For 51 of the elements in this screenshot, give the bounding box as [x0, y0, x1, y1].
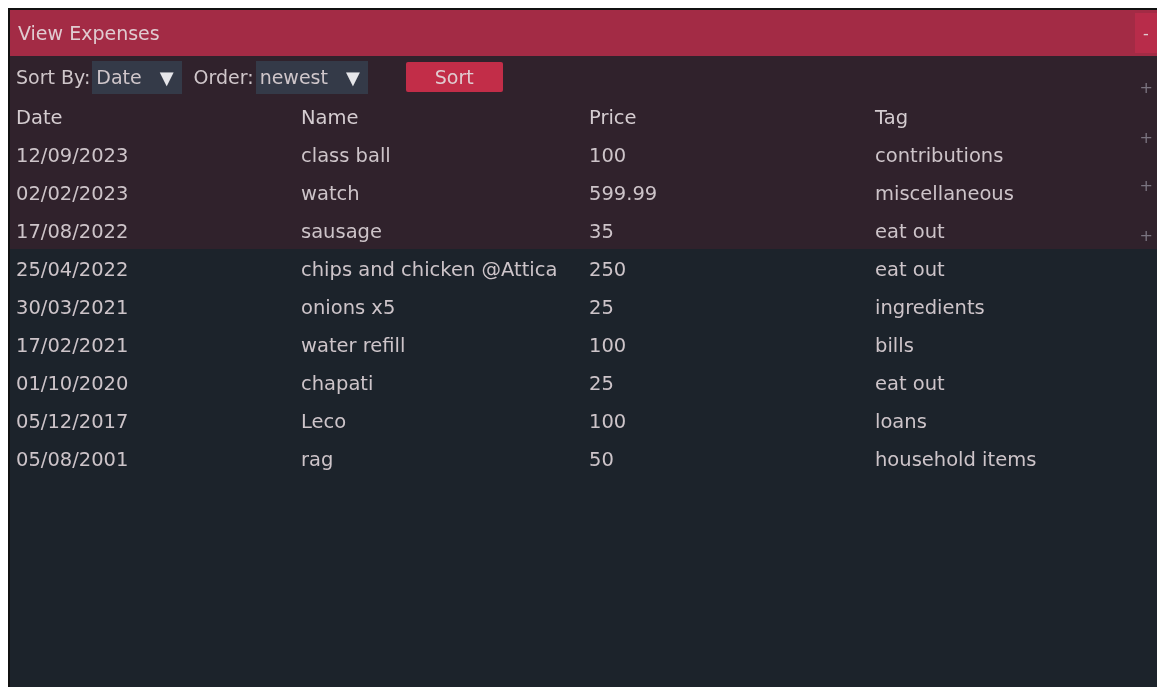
order-label: Order: — [193, 66, 254, 88]
expand-icon[interactable]: + — [1139, 228, 1153, 244]
table-cell: 100 — [589, 409, 627, 433]
table-cell: 35 — [589, 219, 614, 243]
table-cell: 17/02/2021 — [16, 333, 129, 357]
table-cell: bills — [875, 333, 914, 357]
collapse-button[interactable]: - — [1135, 13, 1157, 53]
table-cell: 25/04/2022 — [16, 257, 129, 281]
window-title: View Expenses — [18, 22, 160, 44]
table-cell: eat out — [875, 219, 945, 243]
table-cell: 599.99 — [589, 181, 658, 205]
table-cell: chapati — [301, 371, 374, 395]
table-cell: water refill — [301, 333, 406, 357]
table-cell: 12/09/2023 — [16, 143, 129, 167]
sort-by-label: Sort By: — [16, 66, 91, 88]
table-cell: 30/03/2021 — [16, 295, 129, 319]
column-header: Tag — [875, 105, 908, 129]
table-cell: 25 — [589, 295, 614, 319]
expand-icon[interactable]: + — [1139, 130, 1153, 146]
sort-by-dropdown[interactable]: Date ▼ — [92, 60, 182, 94]
table-cell: 05/12/2017 — [16, 409, 129, 433]
table-cell: class ball — [301, 143, 391, 167]
column-header: Date — [16, 105, 63, 129]
table-cell: contributions — [875, 143, 1004, 167]
table-cell: watch — [301, 181, 360, 205]
expand-icon[interactable]: + — [1139, 80, 1153, 96]
order-dropdown[interactable]: newest ▼ — [255, 60, 368, 94]
table-cell: 250 — [589, 257, 627, 281]
table-cell: eat out — [875, 371, 945, 395]
table-cell: household items — [875, 447, 1037, 471]
sort-button[interactable]: Sort — [405, 62, 503, 92]
table-cell: sausage — [301, 219, 382, 243]
table-cell: eat out — [875, 257, 945, 281]
table-cell: chips and chicken @Attica — [301, 257, 558, 281]
table-cell: 17/08/2022 — [16, 219, 129, 243]
table-cell: 25 — [589, 371, 614, 395]
table-cell: loans — [875, 409, 927, 433]
column-header: Price — [589, 105, 637, 129]
table-cell: 50 — [589, 447, 614, 471]
table-cell: miscellaneous — [875, 181, 1014, 205]
table-cell: 05/08/2001 — [16, 447, 129, 471]
expand-icon[interactable]: + — [1139, 178, 1153, 194]
table-cell: onions x5 — [301, 295, 396, 319]
table-cell: 02/02/2023 — [16, 181, 129, 205]
table-cell: ingredients — [875, 295, 985, 319]
table-cell: 01/10/2020 — [16, 371, 129, 395]
table-cell: rag — [301, 447, 334, 471]
table-cell: 100 — [589, 143, 627, 167]
table-cell: 100 — [589, 333, 627, 357]
column-header: Name — [301, 105, 359, 129]
table-cell: Leco — [301, 409, 347, 433]
